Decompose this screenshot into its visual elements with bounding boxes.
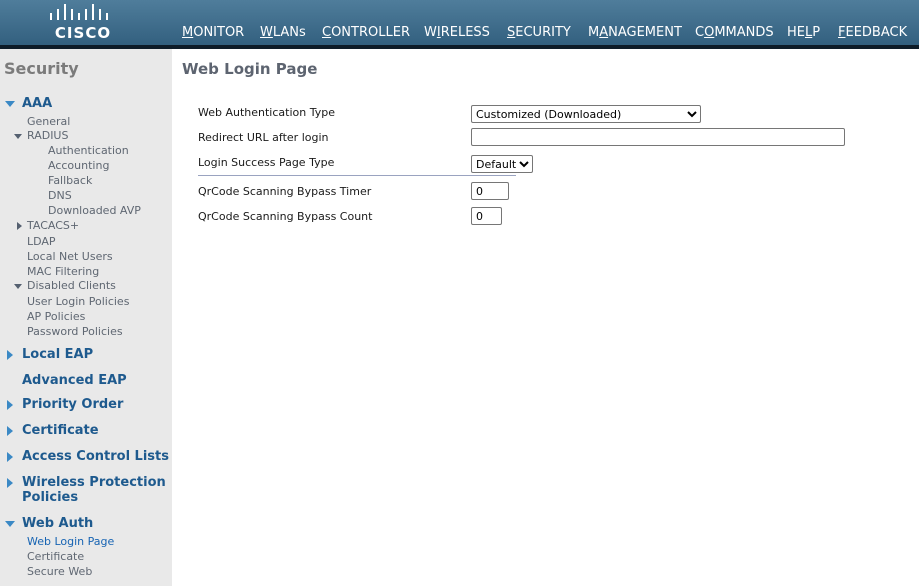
sidebar-item-webauth-certificate[interactable]: Certificate xyxy=(27,550,84,563)
nav-help[interactable]: HELP xyxy=(783,24,824,45)
collapse-arrow-icon[interactable] xyxy=(5,521,15,527)
sidebar-group-access-control-lists[interactable]: Access Control Lists xyxy=(22,449,169,464)
cisco-bars-icon xyxy=(50,4,108,20)
sidebar-item-ap-policies[interactable]: AP Policies xyxy=(27,310,85,323)
qr-timer-label: QrCode Scanning Bypass Timer xyxy=(198,185,372,198)
sidebar-item-secure-web[interactable]: Secure Web xyxy=(27,565,92,578)
sidebar-item-authentication[interactable]: Authentication xyxy=(48,144,129,157)
sidebar-group-wireless-protection[interactable]: Wireless Protection xyxy=(22,475,166,490)
qr-count-input[interactable] xyxy=(471,207,502,225)
nav-management[interactable]: MANAGEMENT xyxy=(584,24,686,45)
nav-wlans[interactable]: WLANs xyxy=(256,24,310,45)
sidebar-group-local-eap[interactable]: Local EAP xyxy=(22,347,93,362)
sidebar-item-ldap[interactable]: LDAP xyxy=(27,235,56,248)
sidebar-group-certificate[interactable]: Certificate xyxy=(22,423,99,438)
sidebar-item-radius[interactable]: RADIUS xyxy=(27,129,68,142)
redirect-url-label: Redirect URL after login xyxy=(198,131,329,144)
main-content: Web Login Page Web Authentication Type C… xyxy=(172,49,919,586)
expand-arrow-icon[interactable] xyxy=(7,452,13,462)
sidebar-item-disabled-clients[interactable]: Disabled Clients xyxy=(27,279,116,292)
sidebar-item-user-login-policies[interactable]: User Login Policies xyxy=(27,295,129,308)
sidebar-item-password-policies[interactable]: Password Policies xyxy=(27,325,123,338)
sidebar-group-wireless-protection-cont[interactable]: Policies xyxy=(22,490,78,505)
sidebar-item-tacacs[interactable]: TACACS+ xyxy=(27,219,79,232)
login-success-type-select[interactable]: Default xyxy=(471,155,533,173)
sidebar-group-priority-order[interactable]: Priority Order xyxy=(22,397,123,412)
sidebar-group-web-auth[interactable]: Web Auth xyxy=(22,516,93,531)
nav-monitor[interactable]: MONITOR xyxy=(178,24,248,45)
page-title: Web Login Page xyxy=(182,60,318,78)
expand-arrow-icon[interactable] xyxy=(17,222,22,230)
redirect-url-input[interactable] xyxy=(471,128,845,146)
expand-arrow-icon[interactable] xyxy=(7,478,13,488)
login-success-type-label: Login Success Page Type xyxy=(198,156,335,169)
sidebar-item-fallback[interactable]: Fallback xyxy=(48,174,92,187)
sidebar-item-local-net-users[interactable]: Local Net Users xyxy=(27,250,113,263)
sidebar-title: Security xyxy=(4,59,79,78)
web-auth-type-select[interactable]: Customized (Downloaded) xyxy=(471,105,701,123)
expand-arrow-icon[interactable] xyxy=(7,350,13,360)
expand-arrow-icon[interactable] xyxy=(7,400,13,410)
top-header-bar: CISCO MONITOR WLANs CONTROLLER WIRELESS … xyxy=(0,0,919,49)
sidebar-item-web-login-page[interactable]: Web Login Page xyxy=(27,535,114,548)
nav-commands[interactable]: COMMANDS xyxy=(691,24,778,45)
sidebar-item-general[interactable]: General xyxy=(27,115,70,128)
nav-security[interactable]: SECURITY xyxy=(494,24,584,49)
nav-wireless[interactable]: WIRELESS xyxy=(420,24,494,45)
section-divider xyxy=(198,175,516,176)
web-auth-type-label: Web Authentication Type xyxy=(198,106,335,119)
nav-controller[interactable]: CONTROLLER xyxy=(318,24,414,45)
sidebar-item-downloaded-avp[interactable]: Downloaded AVP xyxy=(48,204,141,217)
sidebar: Security AAA General RADIUS Authenticati… xyxy=(0,49,172,586)
sidebar-group-advanced-eap[interactable]: Advanced EAP xyxy=(22,373,127,388)
collapse-arrow-icon[interactable] xyxy=(5,101,15,107)
sidebar-group-aaa[interactable]: AAA xyxy=(22,96,52,111)
sidebar-item-dns[interactable]: DNS xyxy=(48,189,72,202)
cisco-wordmark: CISCO xyxy=(54,24,112,42)
qr-count-label: QrCode Scanning Bypass Count xyxy=(198,210,373,223)
sidebar-item-accounting[interactable]: Accounting xyxy=(48,159,109,172)
cisco-logo: CISCO xyxy=(48,4,118,42)
collapse-arrow-icon[interactable] xyxy=(14,284,22,289)
sidebar-item-mac-filtering[interactable]: MAC Filtering xyxy=(27,265,99,278)
qr-timer-input[interactable] xyxy=(471,182,509,200)
collapse-arrow-icon[interactable] xyxy=(14,134,22,139)
nav-feedback[interactable]: FEEDBACK xyxy=(834,24,911,45)
expand-arrow-icon[interactable] xyxy=(7,426,13,436)
